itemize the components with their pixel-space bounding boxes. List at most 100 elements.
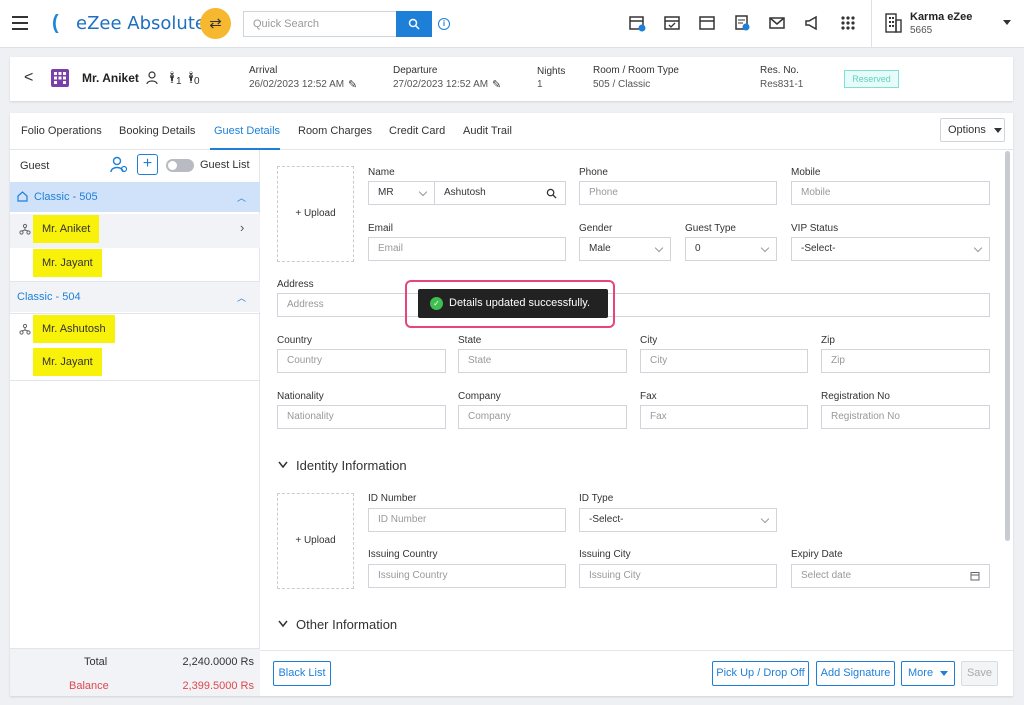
divider	[10, 380, 260, 381]
tab-room-charges[interactable]: Room Charges	[298, 125, 372, 137]
search-input[interactable]: Quick Search	[243, 11, 397, 37]
email-input[interactable]: Email	[368, 237, 566, 261]
city-label: City	[640, 335, 658, 346]
user-code: 5665	[910, 25, 933, 36]
guest-list-item[interactable]: Mr. Ashutosh	[33, 315, 115, 343]
add-guest-profile-icon[interactable]	[110, 156, 128, 174]
country-label: Country	[277, 335, 313, 346]
zip-input[interactable]: Zip	[821, 349, 990, 373]
edit-departure-icon[interactable]: ✎	[492, 78, 501, 91]
salutation-select[interactable]: MR	[368, 181, 435, 205]
blacklist-button[interactable]: Black List	[273, 661, 331, 686]
announcement-icon[interactable]	[803, 14, 821, 32]
building-icon	[885, 13, 902, 33]
totals-panel: Total 2,240.0000 Rs Balance 2,399.5000 R…	[10, 648, 260, 696]
pickup-dropoff-button[interactable]: Pick Up / Drop Off	[712, 661, 809, 686]
chevron-right-icon[interactable]: ›	[240, 220, 244, 235]
id-number-input[interactable]: ID Number	[368, 508, 566, 532]
name-input[interactable]: Ashutosh	[434, 181, 566, 205]
guest-type-select[interactable]: 0	[685, 237, 777, 261]
room-group-label: Classic - 505	[34, 191, 98, 203]
menu-icon[interactable]	[12, 16, 28, 30]
state-input[interactable]: State	[458, 349, 627, 373]
mobile-input[interactable]: Mobile	[791, 181, 990, 205]
calendar-check-icon[interactable]	[663, 14, 681, 32]
guest-type-label: Guest Type	[685, 223, 736, 234]
email-label: Email	[368, 223, 394, 234]
billing-icon[interactable]	[733, 14, 751, 32]
name-value: Ashutosh	[444, 187, 486, 198]
issuing-city-input[interactable]: Issuing City	[579, 564, 777, 588]
country-input[interactable]: Country	[277, 349, 446, 373]
switch-property-icon[interactable]: ⇄	[200, 8, 231, 39]
id-type-value: -Select-	[589, 514, 624, 525]
save-button[interactable]: Save	[961, 661, 998, 686]
tab-booking-details[interactable]: Booking Details	[119, 125, 195, 137]
chevron-down-icon	[654, 243, 664, 253]
user-menu[interactable]: Karma eZee 5665	[871, 0, 1024, 48]
guest-panel-title: Guest	[20, 160, 50, 172]
identity-section-title[interactable]: Identity Information	[296, 458, 407, 473]
id-upload[interactable]: + Upload	[277, 493, 354, 589]
search-button[interactable]	[396, 11, 432, 37]
company-input[interactable]: Company	[458, 405, 627, 429]
issuing-city-label: Issuing City	[579, 549, 631, 560]
chevron-down-icon[interactable]	[278, 461, 288, 469]
room-group-505[interactable]: Classic - 505 ︿	[10, 182, 260, 212]
options-button[interactable]: Options	[940, 118, 1005, 142]
room-icon	[51, 69, 69, 87]
mail-icon[interactable]	[768, 14, 786, 32]
more-label: More	[908, 667, 934, 679]
gender-select[interactable]: Male	[579, 237, 671, 261]
calendar-icon[interactable]	[698, 14, 716, 32]
guest-form: + Upload Name MR Ashutosh Phone Phone Mo…	[260, 150, 1013, 650]
chevron-up-icon[interactable]: ︿	[237, 191, 246, 204]
fax-input[interactable]: Fax	[640, 405, 808, 429]
address-input[interactable]: Address	[277, 293, 990, 317]
more-button[interactable]: More	[901, 661, 955, 686]
nights-value: 1	[537, 79, 543, 90]
other-section-title[interactable]: Other Information	[296, 617, 397, 632]
calendar-add-icon[interactable]	[628, 14, 646, 32]
tab-guest-details[interactable]: Guest Details	[214, 125, 280, 137]
calendar-icon[interactable]	[970, 571, 980, 581]
guest-profile-icon[interactable]	[146, 71, 160, 85]
chevron-down-icon	[940, 671, 948, 676]
chevron-up-icon[interactable]: ︿	[237, 291, 246, 304]
guest-list-toggle[interactable]	[166, 159, 194, 172]
tab-bar: Folio Operations Booking Details Guest D…	[10, 113, 1013, 150]
nationality-input[interactable]: Nationality	[277, 405, 446, 429]
arrival-label: Arrival	[249, 65, 278, 76]
add-signature-button[interactable]: Add Signature	[816, 661, 895, 686]
expiry-date-label: Expiry Date	[791, 549, 843, 560]
chevron-down-icon[interactable]	[278, 620, 288, 628]
phone-label: Phone	[579, 167, 608, 178]
chevron-down-icon[interactable]	[1003, 20, 1011, 25]
phone-input[interactable]: Phone	[579, 181, 777, 205]
city-input[interactable]: City	[640, 349, 808, 373]
room-group-504[interactable]: Classic - 504 ︿	[10, 282, 260, 312]
issuing-country-input[interactable]: Issuing Country	[368, 564, 566, 588]
balance-label: Balance	[69, 680, 109, 692]
zip-label: Zip	[821, 335, 835, 346]
apps-grid-icon[interactable]	[839, 14, 857, 32]
tab-audit-trail[interactable]: Audit Trail	[463, 125, 512, 137]
vip-select[interactable]: -Select-	[791, 237, 990, 261]
guest-list-item[interactable]: Mr. Aniket	[33, 215, 100, 243]
guest-list-item[interactable]: Mr. Jayant	[33, 348, 102, 376]
guest-list-item[interactable]: Mr. Jayant	[33, 249, 102, 277]
info-icon[interactable]: i	[438, 18, 450, 30]
photo-upload[interactable]: + Upload	[277, 166, 354, 262]
search-icon[interactable]	[546, 188, 557, 199]
tab-credit-card[interactable]: Credit Card	[389, 125, 445, 137]
regno-label: Registration No	[821, 391, 890, 402]
scrollbar[interactable]	[1005, 151, 1010, 541]
edit-arrival-icon[interactable]: ✎	[348, 78, 357, 91]
regno-input[interactable]: Registration No	[821, 405, 990, 429]
add-guest-button[interactable]: +	[137, 154, 158, 175]
id-type-select[interactable]: -Select-	[579, 508, 777, 532]
back-arrow-icon[interactable]: <	[24, 69, 33, 87]
expiry-date-input[interactable]: Select date	[791, 564, 990, 588]
nationality-label: Nationality	[277, 391, 324, 402]
tab-folio-operations[interactable]: Folio Operations	[21, 125, 102, 137]
